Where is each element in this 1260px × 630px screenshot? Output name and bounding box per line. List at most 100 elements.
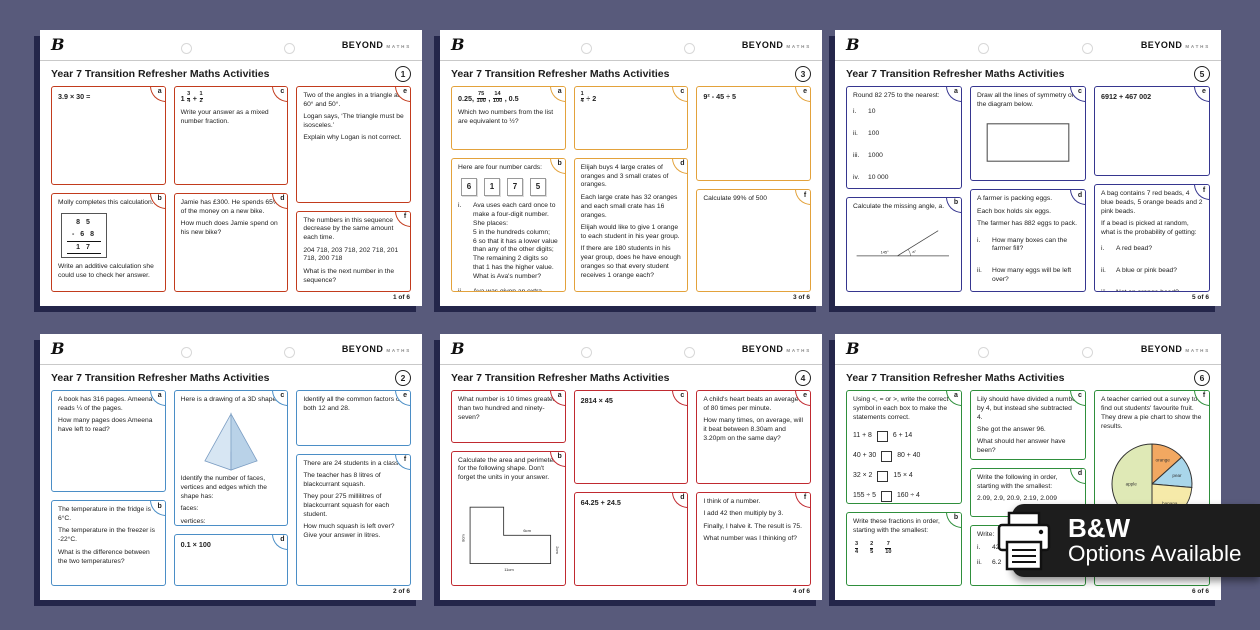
question-card-f: fA bag contains 7 red beads, 4 blue bead… — [1094, 184, 1210, 292]
card-column: e6912 + 467 002fA bag contains 7 red bea… — [1094, 86, 1210, 292]
card-column: aRound 82 275 to the nearest:i.10ii.100i… — [846, 86, 962, 292]
pie-slice-label: orange — [1156, 457, 1171, 462]
list-label: i. — [1101, 245, 1112, 254]
card-text: What should her answer have been? — [977, 438, 1079, 456]
question-card-c: cLily should have divided a number by 4,… — [970, 390, 1086, 460]
beyond-logo: B — [51, 341, 65, 357]
cards-area: aRound 82 275 to the nearest:i.10ii.100i… — [835, 83, 1221, 294]
card-text: Elijah would like to give 1 orange to ea… — [581, 224, 682, 242]
brand-maths: MATHS — [786, 348, 811, 353]
card-column: e9² - 45 ÷ 5fCalculate 99% of 500 — [696, 86, 811, 292]
list-text: 100 — [868, 130, 879, 139]
brand-maths: MATHS — [386, 44, 411, 49]
fraction-denominator: 2 — [200, 98, 203, 105]
question-card-b: bCalculate the area and perimeter for th… — [451, 451, 566, 587]
list-item: i.Ava uses each card once to make a four… — [458, 202, 559, 282]
page-number-circle: 1 — [395, 66, 411, 82]
card-text: The numbers in this sequence decrease by… — [303, 217, 404, 244]
question-card-f: fThere are 24 students in a class.The te… — [296, 454, 411, 586]
statement-right: 15 × 4 — [893, 471, 912, 480]
card-column: eTwo of the angles in a triangle are 60°… — [296, 86, 411, 292]
card-text: Jamie has £300. He spends 65% of the mon… — [181, 199, 282, 217]
card-text: Write the following in order, starting w… — [977, 474, 1079, 492]
page-number-circle: 3 — [795, 66, 811, 82]
page-header: BBEYONDMATHS — [40, 334, 422, 365]
punch-hole — [684, 43, 695, 54]
math-token: 1 — [181, 94, 185, 104]
card-text: Write your answer as a mixed number frac… — [181, 109, 282, 127]
question-card-a: aA book has 316 pages. Ameena reads ¼ of… — [51, 390, 166, 492]
card-text: A teacher carried out a survey to find o… — [1101, 396, 1203, 431]
card-text: Using <, = or >, write the correct symbo… — [853, 396, 955, 423]
question-card-e: eTwo of the angles in a triangle are 60°… — [296, 86, 411, 203]
page-title: Year 7 Transition Refresher Maths Activi… — [451, 372, 669, 384]
numbered-list: i.How many boxes can the farmer fill?ii.… — [977, 237, 1079, 285]
card-text: Write an additive calculation she could … — [58, 263, 159, 281]
card-text: vertices: — [181, 518, 282, 526]
printer-icon — [992, 509, 1056, 573]
card-column: eIdentify all the common factors of both… — [296, 390, 411, 586]
card-column: c2814 × 45d64.25 + 24.5 — [574, 390, 689, 586]
symmetry-rectangle — [977, 115, 1079, 170]
number-card: 1 — [484, 178, 500, 196]
question-card-f: fThe numbers in this sequence decrease b… — [296, 211, 411, 292]
card-text: Identify all the common factors of both … — [303, 396, 404, 414]
math-expression: 134+12 — [181, 92, 282, 105]
list-text: 10 000 — [868, 174, 888, 183]
brand-beyond: BEYOND — [1141, 344, 1183, 354]
fraction-denominator: 100 — [477, 98, 486, 105]
promo-canvas: B&W Options Available BBEYONDMATHSYear 7… — [0, 0, 1260, 630]
statement-left: 40 + 30 — [853, 451, 876, 460]
cards-area: aWhat number is 10 times greater than tw… — [440, 387, 822, 588]
card-text: Round 82 275 to the nearest: — [853, 92, 955, 101]
punch-hole — [978, 347, 989, 358]
brand-wordmark: BEYONDMATHS — [1141, 40, 1210, 50]
list-label: ii. — [1101, 267, 1112, 276]
pie-slice-label: apple — [1126, 481, 1138, 486]
brand-wordmark: BEYONDMATHS — [342, 40, 411, 50]
list-label: ii. — [458, 288, 469, 292]
statement-left: 32 × 2 — [853, 471, 872, 480]
brand-beyond: BEYOND — [342, 40, 384, 50]
card-text: If there are 180 students in his year gr… — [581, 245, 682, 280]
numbered-list: i.10ii.100iii.1000iv.10 000 — [853, 108, 955, 182]
page-header: BBEYONDMATHS — [835, 334, 1221, 365]
worksheet-page-1: BBEYONDMATHSYear 7 Transition Refresher … — [40, 30, 422, 306]
number-card: 5 — [530, 178, 546, 196]
math-expression: 2814 × 45 — [581, 396, 682, 406]
card-text: Each large crate has 32 oranges and each… — [581, 194, 682, 221]
math-token: 64.25 + 24.5 — [581, 498, 621, 508]
list-item: ii. A blue or pink bead? — [1101, 267, 1203, 276]
list-label: i. — [977, 237, 988, 255]
list-item: ii.Ava was given an extra card. When she… — [458, 288, 559, 292]
math-token: 9² - 45 ÷ 5 — [703, 92, 736, 102]
lshape-label-left: 8cm — [461, 533, 466, 541]
page-number-circle: 5 — [1194, 66, 1210, 82]
brand-wordmark: BEYONDMATHS — [1141, 344, 1210, 354]
card-text: Molly completes this calculation: — [58, 199, 159, 208]
card-text: How much squash is left over? Give your … — [303, 523, 404, 541]
page-number-circle: 6 — [1194, 370, 1210, 386]
fraction: 34 — [855, 542, 858, 555]
card-text: Logan says, ‘The triangle must be isosce… — [303, 113, 404, 131]
card-column: c134+12Write your answer as a mixed numb… — [174, 86, 289, 292]
fraction: 14100 — [493, 92, 502, 105]
pyramid-figure — [183, 410, 279, 472]
card-text: What is the difference between the two t… — [58, 549, 159, 567]
pie-slice-label: pear — [1172, 473, 1182, 478]
title-bar: Year 7 Transition Refresher Maths Activi… — [40, 365, 422, 387]
page-footer: 1 of 6 — [40, 294, 422, 306]
math-token: 3.9 × 30 = — [58, 92, 90, 102]
page-title: Year 7 Transition Refresher Maths Activi… — [51, 68, 269, 80]
card-text: How many pages does Ameena have left to … — [58, 417, 159, 435]
brand-wordmark: BEYONDMATHS — [742, 344, 811, 354]
answer-box — [881, 451, 892, 462]
page-title: Year 7 Transition Refresher Maths Activi… — [846, 68, 1064, 80]
card-text: Explain why Logan is not correct. — [303, 134, 404, 143]
list-label: ii. — [853, 130, 864, 139]
card-column: aUsing <, = or >, write the correct symb… — [846, 390, 962, 586]
brand-beyond: BEYOND — [1141, 40, 1183, 50]
bw-badge-text: B&W Options Available — [1068, 515, 1241, 566]
list-text: A blue or pink bead? — [1116, 267, 1177, 276]
question-card-d: d64.25 + 24.5 — [574, 492, 689, 586]
